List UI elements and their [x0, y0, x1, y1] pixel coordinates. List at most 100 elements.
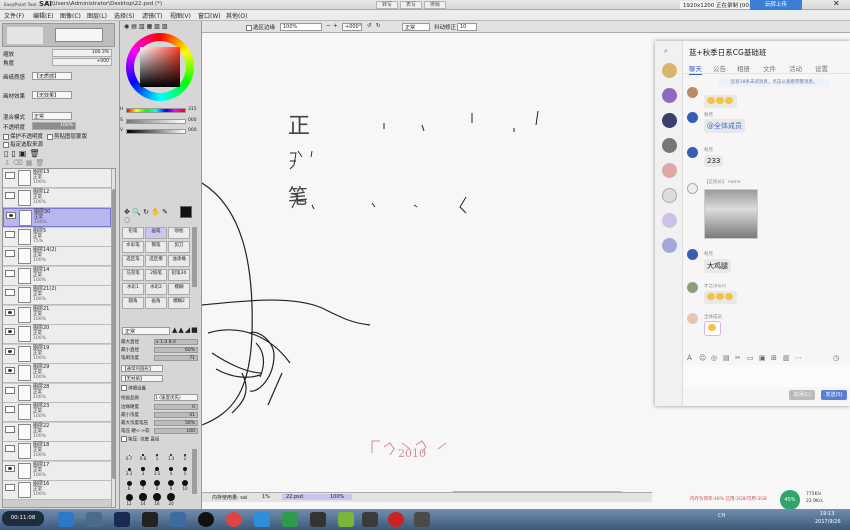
scratchpad-icon[interactable]: ▨ — [162, 23, 170, 30]
brush-tool-slot[interactable]: 剪刀 — [168, 241, 190, 253]
merge-down-icon[interactable]: ⇩ — [4, 159, 13, 167]
visibility-eye-icon[interactable] — [6, 212, 16, 219]
shape-4-icon[interactable]: ■ — [191, 326, 199, 334]
brush-shape-select[interactable]: 【通常的圆形】 — [121, 365, 163, 372]
top-tab-3[interactable]: 排版 — [424, 1, 446, 9]
brush-size-cell[interactable]: 3 — [136, 463, 150, 476]
visibility-eye-icon[interactable] — [5, 230, 15, 238]
foreground-color-swatch[interactable] — [180, 206, 192, 218]
brush-size-cell[interactable]: 16 — [150, 491, 164, 506]
trash-icon[interactable]: 🗑 — [35, 159, 47, 167]
app-icon[interactable] — [170, 512, 186, 527]
blend-mode-select[interactable]: 正常 — [32, 112, 72, 120]
brush-tool-slot[interactable]: 画笔 — [145, 227, 167, 239]
min-density-slider[interactable]: 41 — [154, 412, 198, 418]
menu-filter[interactable]: 滤镜(T) — [142, 11, 162, 20]
app-icon[interactable] — [310, 512, 326, 527]
menu-edit[interactable]: 编辑(E) — [33, 11, 53, 20]
baidu-icon[interactable] — [254, 512, 270, 527]
copy-layer-icon[interactable]: ▣ — [19, 149, 30, 158]
visibility-eye-icon[interactable] — [5, 406, 15, 413]
swatch-mode-icon[interactable]: ▧ — [154, 23, 162, 30]
rgb-mode-icon[interactable]: ▤ — [131, 23, 139, 30]
layer-row[interactable]: 图层5 正常 75% — [3, 227, 111, 247]
app-icon[interactable] — [338, 512, 354, 527]
send-button[interactable]: 发送(S) — [821, 390, 847, 400]
explorer-icon[interactable] — [86, 512, 102, 527]
density-slider[interactable]: 71 — [154, 355, 198, 361]
hsv-mode-icon[interactable]: ▥ — [139, 23, 147, 30]
visibility-eye-icon[interactable] — [5, 425, 15, 433]
red-packet-icon[interactable]: ▥ — [783, 354, 790, 362]
lasso-icon[interactable]: ◌ — [124, 216, 130, 224]
more-icon[interactable]: ⋯ — [795, 354, 802, 362]
zoom-slider[interactable]: 100.3% — [52, 49, 112, 57]
unread-notice[interactable]: 您有18条未读消息，点击以查看完整消息。 — [719, 79, 829, 87]
app-icon[interactable] — [282, 512, 298, 527]
menu-other[interactable]: 其他(O) — [226, 11, 247, 20]
photoshop-icon[interactable] — [114, 512, 130, 527]
hand-tool-icon[interactable]: ✋ — [151, 208, 160, 216]
color-wheel[interactable] — [126, 33, 194, 101]
contact-avatar[interactable] — [662, 113, 677, 128]
tab-files[interactable]: 文件 — [763, 63, 776, 73]
visibility-eye-icon[interactable] — [5, 269, 15, 277]
sai-icon[interactable] — [142, 512, 158, 527]
move-tool-icon[interactable]: ✥ — [124, 208, 130, 216]
layer-row[interactable]: 图层14 正常 100% — [3, 266, 111, 286]
font-icon[interactable]: A — [687, 354, 692, 362]
clock-time[interactable]: 19:13 — [820, 511, 834, 517]
navigator-preview[interactable] — [2, 23, 115, 47]
layer-row[interactable]: 图层19 正常 100% — [3, 344, 111, 364]
brush-tool-slot[interactable]: 选区擦 — [145, 255, 167, 267]
visibility-eye-icon[interactable] — [5, 172, 15, 179]
contact-avatar[interactable] — [662, 138, 677, 153]
layer-row[interactable]: 图层30 正常 100% — [3, 208, 111, 227]
tab-notice[interactable]: 公告 — [713, 63, 726, 73]
brush-tool-slot[interactable]: 水彩笔 — [122, 241, 144, 253]
edge-hardness-slider[interactable]: 0 — [154, 404, 198, 410]
saturation-slider[interactable] — [126, 119, 186, 124]
clock-date[interactable]: 2017/9/26 — [815, 519, 841, 525]
close-chat-button[interactable]: 关闭(C) — [789, 390, 815, 400]
eyedropper-icon[interactable]: ✎ — [162, 208, 168, 216]
brush-size-cell[interactable]: 2.3 — [122, 463, 136, 476]
brush-tool-slot[interactable]: 水彩1 — [122, 283, 144, 295]
brush-size-cell[interactable]: 10 — [178, 477, 192, 491]
folder-icon[interactable]: ▭ — [747, 354, 754, 362]
search-icon[interactable]: ⌕ — [664, 47, 668, 56]
rotate-tool-icon[interactable]: ↻ — [143, 208, 149, 216]
visibility-eye-icon[interactable] — [5, 289, 15, 296]
paper-texture-select[interactable]: 【无质感】 — [32, 72, 72, 80]
record-icon[interactable] — [388, 512, 404, 527]
zoom-tool-icon[interactable]: 🔍 — [132, 208, 141, 216]
brush-size-cell[interactable]: 12 — [122, 491, 136, 506]
qq-icon[interactable] — [198, 512, 214, 527]
vip-emoji-icon[interactable]: ◎ — [711, 354, 717, 362]
brush-tool-slot[interactable]: 铅笔30 — [168, 269, 190, 281]
chrome-icon[interactable] — [226, 512, 242, 527]
top-tab-1[interactable]: 转写 — [376, 1, 398, 9]
tab-events[interactable]: 活动 — [789, 63, 802, 73]
brush-size-cell[interactable]: 0.8 — [136, 449, 150, 461]
brush-size-cell[interactable]: 9 — [164, 477, 178, 491]
rotate-left-icon[interactable]: ↺ — [367, 23, 372, 29]
cpu-meter[interactable]: 45% — [780, 490, 800, 510]
layer-row[interactable]: 图层18 正常 100% — [3, 442, 111, 461]
brush-size-cell[interactable]: 14 — [136, 491, 150, 506]
brush-size-cell[interactable]: 2 — [178, 449, 192, 461]
brush-size-cell[interactable]: 1.3 — [164, 449, 178, 461]
visibility-eye-icon[interactable] — [5, 445, 15, 452]
detail-settings-checkbox[interactable] — [121, 385, 127, 391]
brush-size-cell[interactable]: 3.5 — [150, 463, 164, 476]
tab-album[interactable]: 相册 — [737, 63, 750, 73]
brush-tool-slot[interactable]: 选区笔 — [122, 255, 144, 267]
brush-tool-slot[interactable]: 模糊2 — [168, 297, 190, 309]
layer-row[interactable]: 图层23 正常 100% — [3, 403, 111, 422]
layer-scrollbar[interactable] — [111, 169, 115, 507]
visibility-eye-icon[interactable] — [5, 328, 15, 335]
layer-row[interactable]: 图层12 正常 100% — [3, 188, 111, 208]
quality-select[interactable]: 1 (速度优先) — [154, 394, 198, 401]
size-scrollbar[interactable] — [192, 449, 197, 494]
contact-avatar[interactable] — [662, 238, 677, 253]
